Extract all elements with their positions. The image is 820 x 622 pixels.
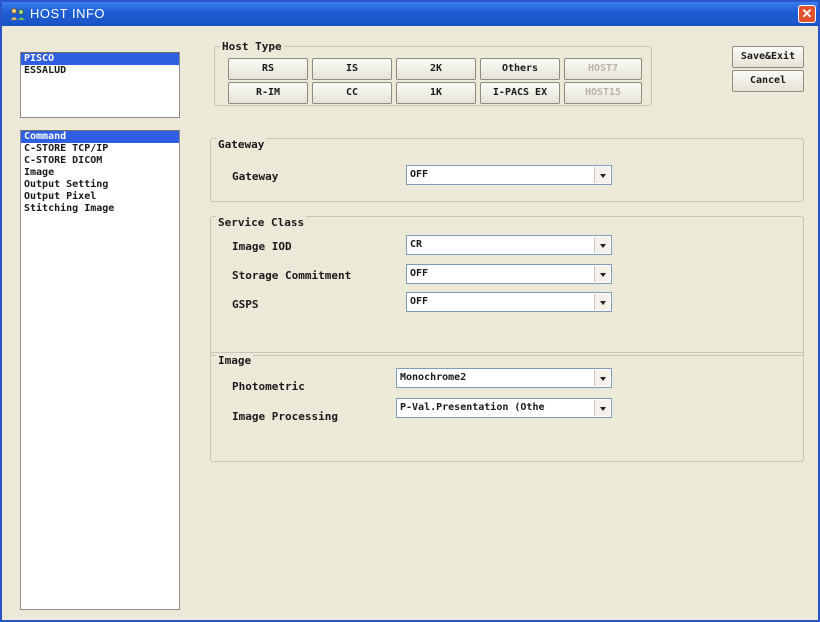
settings-menu-list[interactable]: Command C-STORE TCP/IP C-STORE DICOM Ima… xyxy=(20,130,180,610)
storage-commitment-label: Storage Commitment xyxy=(232,269,352,282)
gateway-group-label: Gateway xyxy=(216,138,267,151)
host-type-rim-button[interactable]: R-IM xyxy=(228,82,308,104)
gsps-select[interactable]: OFF xyxy=(406,292,612,312)
chevron-down-icon[interactable] xyxy=(594,294,610,310)
host-type-host15-button: HOST15 xyxy=(564,82,642,104)
gateway-value: OFF xyxy=(410,169,429,180)
gsps-value: OFF xyxy=(410,296,429,307)
host-type-ipacs-ex-button[interactable]: I-PACS EX xyxy=(480,82,560,104)
title-bar[interactable]: HOST INFO ✕ xyxy=(2,2,818,26)
photometric-value: Monochrome2 xyxy=(400,372,467,383)
host-type-is-button[interactable]: IS xyxy=(312,58,392,80)
host-type-label: Host Type xyxy=(220,40,284,53)
host-item-pisco[interactable]: PISCO xyxy=(21,53,179,65)
gateway-select[interactable]: OFF xyxy=(406,165,612,185)
cancel-button[interactable]: Cancel xyxy=(732,70,804,92)
host-type-cc-button[interactable]: CC xyxy=(312,82,392,104)
host-type-rs-button[interactable]: RS xyxy=(228,58,308,80)
service-class-group-label: Service Class xyxy=(216,216,307,229)
chevron-down-icon[interactable] xyxy=(594,266,610,282)
chevron-down-icon[interactable] xyxy=(594,400,610,416)
host-info-window: HOST INFO ✕ PISCO ESSALUD Command C-STOR… xyxy=(0,0,820,622)
host-type-others-button[interactable]: Others xyxy=(480,58,560,80)
host-item-essalud[interactable]: ESSALUD xyxy=(21,65,179,77)
window-title: HOST INFO xyxy=(30,6,106,21)
close-icon[interactable]: ✕ xyxy=(798,5,816,23)
host-type-host7-button: HOST7 xyxy=(564,58,642,80)
gsps-label: GSPS xyxy=(232,298,259,311)
gateway-label: Gateway xyxy=(232,170,279,183)
image-processing-select[interactable]: P-Val.Presentation (Othe xyxy=(396,398,612,418)
host-type-2k-button[interactable]: 2K xyxy=(396,58,476,80)
image-processing-value: P-Val.Presentation (Othe xyxy=(400,402,545,413)
menu-item-output-pixel[interactable]: Output Pixel xyxy=(21,191,179,203)
photometric-select[interactable]: Monochrome2 xyxy=(396,368,612,388)
image-processing-label: Image Processing xyxy=(232,410,338,423)
menu-item-cstore-tcpip[interactable]: C-STORE TCP/IP xyxy=(21,143,179,155)
image-group-label: Image xyxy=(216,354,254,367)
image-iod-label: Image IOD xyxy=(232,240,292,253)
chevron-down-icon[interactable] xyxy=(594,370,610,386)
menu-item-stitching-image[interactable]: Stitching Image xyxy=(21,203,179,215)
storage-commitment-value: OFF xyxy=(410,268,429,279)
image-iod-select[interactable]: CR xyxy=(406,235,612,255)
chevron-down-icon[interactable] xyxy=(594,167,610,183)
host-info-app-icon xyxy=(11,8,25,20)
host-type-1k-button[interactable]: 1K xyxy=(396,82,476,104)
save-exit-button[interactable]: Save&Exit xyxy=(732,46,804,68)
storage-commitment-select[interactable]: OFF xyxy=(406,264,612,284)
menu-item-output-setting[interactable]: Output Setting xyxy=(21,179,179,191)
menu-item-image[interactable]: Image xyxy=(21,167,179,179)
photometric-label: Photometric xyxy=(232,380,305,393)
client-area: PISCO ESSALUD Command C-STORE TCP/IP C-S… xyxy=(2,26,818,620)
image-iod-value: CR xyxy=(410,239,423,250)
menu-item-cstore-dicom[interactable]: C-STORE DICOM xyxy=(21,155,179,167)
host-list[interactable]: PISCO ESSALUD xyxy=(20,52,180,118)
chevron-down-icon[interactable] xyxy=(594,237,610,253)
menu-item-command[interactable]: Command xyxy=(21,131,179,143)
